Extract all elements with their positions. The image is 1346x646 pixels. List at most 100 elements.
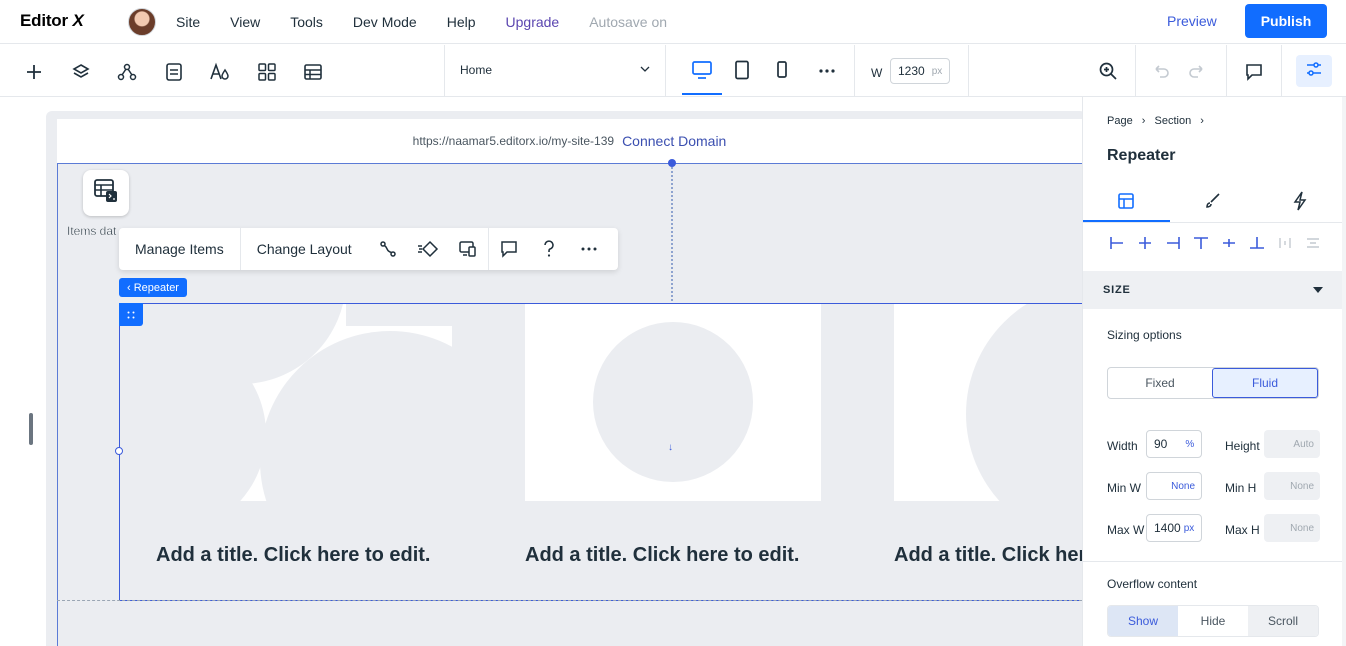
theme-icon[interactable] — [209, 61, 231, 83]
align-center-icon[interactable] — [1135, 233, 1155, 253]
more-actions-icon[interactable] — [569, 228, 609, 270]
redo-icon[interactable] — [1186, 60, 1208, 82]
dataset-element[interactable] — [83, 170, 129, 216]
apps-icon[interactable] — [256, 61, 278, 83]
panel-scrollbar[interactable] — [1342, 97, 1346, 646]
section-guide-vertical — [671, 163, 673, 301]
top-bar: Editor X Site View Tools Dev Mode Help U… — [0, 0, 1346, 44]
section-resize-handle[interactable] — [668, 159, 676, 167]
drag-handle-icon[interactable] — [119, 303, 143, 326]
layers-icon[interactable] — [70, 61, 92, 83]
tablet-view-icon[interactable] — [731, 59, 753, 81]
dataset-label: Items dat — [67, 224, 117, 238]
repeater-breadcrumb-tag[interactable]: ‹ Repeater — [119, 278, 187, 297]
animation-icon[interactable] — [408, 228, 448, 270]
min-width-label: Min W — [1107, 481, 1141, 495]
help-icon[interactable] — [529, 228, 569, 270]
overflow-label: Overflow content — [1107, 577, 1198, 591]
editor-canvas[interactable]: https://naamar5.editorx.io/my-site-139 C… — [0, 97, 1082, 646]
fixed-option[interactable]: Fixed — [1108, 368, 1212, 398]
section-bottom-guide — [57, 600, 1082, 601]
page-selector[interactable]: Home — [460, 63, 650, 77]
fluid-option[interactable]: Fluid — [1212, 368, 1318, 398]
align-middle-icon[interactable] — [1219, 233, 1239, 253]
max-height-label: Max H — [1225, 523, 1260, 537]
caret-down-icon — [1313, 284, 1323, 296]
height-input[interactable]: Auto — [1264, 430, 1320, 458]
canvas-width-input[interactable]: 1230 px — [890, 58, 950, 84]
repeater-item-title[interactable]: Add a title. Click here to edit. — [525, 540, 825, 570]
repeater-item-title[interactable]: Add a title. Click here to edit. — [156, 540, 456, 570]
overflow-show-option[interactable]: Show — [1108, 606, 1178, 636]
change-layout-button[interactable]: Change Layout — [241, 228, 368, 270]
menu-help[interactable]: Help — [447, 14, 476, 30]
canvas-scroll-indicator[interactable] — [29, 413, 33, 445]
site-structure-icon[interactable] — [116, 61, 138, 83]
repeater-item-title[interactable]: Add a title. Click here to edit. — [894, 540, 1082, 570]
user-avatar[interactable] — [128, 8, 156, 36]
breadcrumb-page[interactable]: Page — [1107, 115, 1133, 127]
align-right-icon[interactable] — [1163, 233, 1183, 253]
page-selector-value: Home — [460, 63, 493, 77]
repeater-resize-handle[interactable] — [115, 447, 123, 455]
sizing-mode-toggle: Fixed Fluid — [1107, 367, 1319, 399]
min-width-input[interactable]: None — [1146, 472, 1202, 500]
min-height-label: Min H — [1225, 481, 1257, 495]
distribute-vertical-icon[interactable] — [1303, 233, 1323, 253]
interactions-tab-icon[interactable] — [1290, 191, 1310, 211]
connect-domain-link[interactable]: Connect Domain — [622, 133, 726, 149]
breadcrumb-section[interactable]: Section — [1155, 115, 1192, 127]
zoom-icon[interactable] — [1097, 60, 1119, 82]
repeater-item-image[interactable] — [894, 304, 1082, 501]
menu-site[interactable]: Site — [176, 14, 200, 30]
arrow-down-icon: ↓ — [668, 442, 673, 453]
desktop-view-icon[interactable] — [691, 59, 713, 81]
cms-table-icon[interactable] — [302, 61, 324, 83]
align-top-icon[interactable] — [1191, 233, 1211, 253]
mobile-view-icon[interactable] — [771, 59, 793, 81]
max-width-label: Max W — [1107, 523, 1145, 537]
undo-icon[interactable] — [1150, 60, 1172, 82]
device-active-indicator — [682, 93, 722, 95]
align-bottom-icon[interactable] — [1247, 233, 1267, 253]
menu-view[interactable]: View — [230, 14, 260, 30]
max-width-input[interactable]: 1400 px — [1146, 514, 1202, 542]
manage-items-button[interactable]: Manage Items — [119, 228, 241, 270]
editor-x-logo[interactable]: Editor X — [20, 11, 84, 31]
sizing-options-label: Sizing options — [1107, 328, 1182, 342]
menu-tools[interactable]: Tools — [290, 14, 323, 30]
align-left-icon[interactable] — [1107, 233, 1127, 253]
canvas-width-unit: px — [931, 65, 943, 77]
responsive-behavior-icon[interactable] — [448, 228, 488, 270]
comment-icon[interactable] — [489, 228, 529, 270]
repeater-item-image[interactable] — [156, 304, 452, 501]
repeater-item-image[interactable]: ↓ — [525, 304, 821, 501]
chevron-right-icon: › — [1141, 115, 1146, 127]
width-label: Width — [1107, 439, 1138, 453]
panel-title: Repeater — [1107, 147, 1176, 164]
width-input[interactable]: 90% — [1146, 430, 1202, 458]
comments-icon[interactable] — [1243, 61, 1265, 83]
design-tab-icon[interactable] — [1203, 191, 1223, 211]
distribute-horizontal-icon[interactable] — [1275, 233, 1295, 253]
connect-to-data-icon[interactable] — [368, 228, 408, 270]
more-breakpoints-icon[interactable] — [816, 60, 838, 82]
overflow-scroll-option[interactable]: Scroll — [1248, 606, 1318, 636]
preview-button[interactable]: Preview — [1167, 13, 1217, 29]
overflow-hide-option[interactable]: Hide — [1178, 606, 1248, 636]
chevron-down-icon — [640, 63, 650, 77]
min-height-input[interactable]: None — [1264, 472, 1320, 500]
size-section-header[interactable]: SIZE — [1083, 271, 1343, 309]
add-icon[interactable] — [23, 61, 45, 83]
pages-icon[interactable] — [163, 61, 185, 83]
publish-button[interactable]: Publish — [1245, 4, 1327, 38]
site-url-bar: https://naamar5.editorx.io/my-site-139 C… — [57, 119, 1082, 163]
menu-dev-mode[interactable]: Dev Mode — [353, 14, 417, 30]
max-height-input[interactable]: None — [1264, 514, 1320, 542]
autosave-status: Autosave on — [589, 14, 668, 30]
canvas-width-value: 1230 — [898, 64, 925, 78]
width-label: W — [871, 66, 883, 80]
inspector-toggle-button[interactable] — [1296, 55, 1332, 87]
layout-tab-icon[interactable] — [1116, 191, 1136, 211]
upgrade-link[interactable]: Upgrade — [506, 14, 560, 30]
